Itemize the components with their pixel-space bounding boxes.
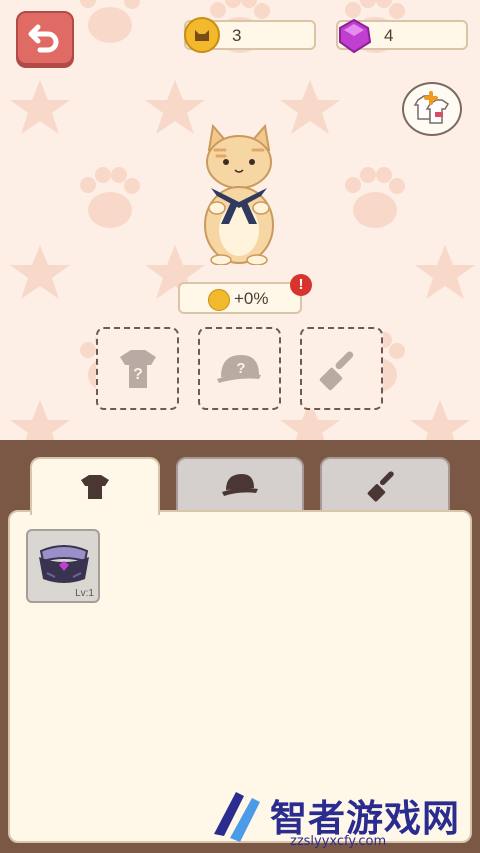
bonus-value: +0% [234, 289, 269, 308]
shirt-question-icon: ? [119, 349, 156, 388]
gem-icon [339, 18, 372, 54]
cat-coin-icon [208, 289, 230, 311]
watermark-url: zzslyyxcfy.com [290, 834, 387, 849]
spatula-icon [319, 351, 353, 390]
shirt-icon [81, 475, 109, 499]
cat-coin-icon [184, 17, 220, 53]
tab-hats[interactable] [176, 457, 304, 512]
outfit-plus-icon [413, 91, 450, 124]
bonus-indicator[interactable]: +0% [178, 282, 302, 314]
spatula-icon [367, 470, 394, 502]
undo-arrow-icon [28, 24, 59, 53]
back-button[interactable] [16, 11, 74, 65]
watermark-logo-icon [214, 792, 260, 842]
svg-text:?: ? [236, 360, 245, 377]
hat-slot[interactable]: ? [198, 327, 281, 410]
cap-icon [222, 473, 258, 496]
svg-text:?: ? [133, 366, 143, 383]
outfit-shop-button[interactable] [402, 82, 462, 136]
inventory-item[interactable]: Lv:1 [26, 529, 100, 603]
collar-icon [39, 545, 89, 583]
site-watermark: 智者游戏网 zzslyyxcfy.com [200, 782, 480, 853]
cap-question-icon: ? [216, 354, 261, 383]
cat-character [204, 123, 274, 265]
shirt-slot[interactable]: ? [96, 327, 179, 410]
coin-count: 3 [232, 26, 242, 45]
tool-slot[interactable] [300, 327, 383, 410]
item-level-label: Lv:1 [75, 588, 94, 599]
gem-counter: 4 [336, 18, 468, 54]
tab-tools[interactable] [320, 457, 450, 512]
alert-badge: ! [290, 274, 312, 296]
tab-clothing[interactable] [30, 457, 160, 515]
coin-counter: 3 [184, 17, 316, 53]
character-scene: 3 4 +0% ! ? ? [0, 0, 480, 440]
gem-count: 4 [384, 26, 394, 45]
